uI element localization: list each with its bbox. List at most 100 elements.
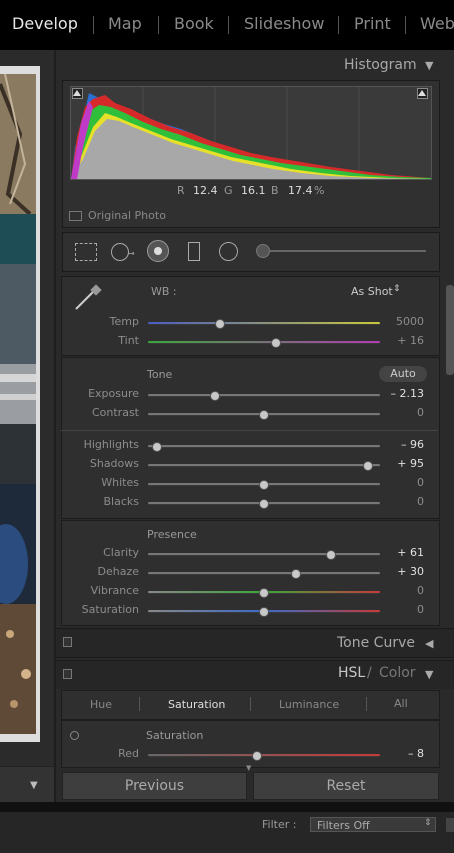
exposure-label: Exposure: [88, 387, 139, 400]
shadows-value[interactable]: + 95: [384, 457, 424, 470]
tone-curve-toggle[interactable]: [63, 637, 72, 647]
contrast-slider-thumb[interactable]: [259, 410, 269, 420]
color-title[interactable]: Color: [379, 665, 416, 681]
saturation-slider-thumb[interactable]: [259, 607, 269, 617]
shadow-clipping-icon[interactable]: [72, 88, 83, 99]
crop-tool-icon[interactable]: [75, 243, 97, 261]
white-balance-eyedropper-icon[interactable]: [72, 283, 104, 313]
vibrance-slider-thumb[interactable]: [259, 588, 269, 598]
hsl-toggle[interactable]: [63, 669, 72, 679]
module-separator: [93, 16, 94, 34]
tone-label: Tone: [147, 368, 173, 381]
tint-slider-thumb[interactable]: [270, 338, 281, 348]
module-slideshow[interactable]: Slideshow: [244, 14, 324, 33]
blacks-label: Blacks: [103, 495, 140, 508]
adjustment-brush-icon[interactable]: [256, 244, 270, 258]
whites-label: Whites: [101, 476, 139, 489]
expand-triangle-icon[interactable]: ◀: [425, 637, 433, 650]
tab-all[interactable]: All: [394, 697, 408, 710]
exposure-slider-track[interactable]: [148, 394, 380, 396]
contrast-value[interactable]: 0: [384, 406, 424, 419]
tab-separator: [139, 697, 140, 711]
filter-select[interactable]: Filters Off: [310, 817, 436, 832]
tint-slider-track[interactable]: [148, 341, 380, 343]
temp-slider-thumb[interactable]: [214, 319, 225, 329]
filter-lock-icon[interactable]: [446, 818, 454, 832]
wb-value[interactable]: As Shot: [351, 285, 393, 298]
tab-separator: [366, 697, 367, 711]
hsl-section-label: Saturation: [146, 729, 204, 742]
module-separator: [405, 16, 406, 34]
radial-filter-icon[interactable]: [219, 242, 238, 261]
brush-slider-track[interactable]: [270, 250, 426, 252]
tone-divider: [61, 430, 438, 431]
vibrance-label: Vibrance: [90, 584, 139, 597]
reset-button[interactable]: Reset: [253, 772, 439, 800]
clarity-value[interactable]: + 61: [384, 546, 424, 559]
panel-scrollbar[interactable]: [446, 285, 454, 375]
exposure-value[interactable]: – 2.13: [384, 387, 425, 400]
highlights-slider-track[interactable]: [148, 445, 380, 447]
original-photo-checkbox[interactable]: [69, 211, 82, 221]
graduated-filter-icon[interactable]: [188, 242, 200, 261]
percent-sign: %: [314, 184, 325, 197]
module-print[interactable]: Print: [354, 14, 391, 33]
previous-button[interactable]: Previous: [62, 772, 247, 800]
spot-removal-icon[interactable]: [111, 243, 129, 261]
whites-value[interactable]: 0: [384, 476, 424, 489]
module-separator: [228, 16, 229, 34]
clarity-slider-track[interactable]: [148, 553, 380, 555]
hsl-title[interactable]: HSL: [338, 665, 365, 681]
module-book[interactable]: Book: [174, 14, 214, 33]
clarity-label: Clarity: [103, 546, 139, 559]
tab-saturation[interactable]: Saturation: [168, 698, 225, 711]
blacks-slider-thumb[interactable]: [259, 499, 269, 509]
whites-slider-thumb[interactable]: [259, 480, 269, 490]
highlights-label: Highlights: [83, 438, 139, 451]
filmstrip-toolbar: [0, 766, 54, 803]
saturation-value[interactable]: 0: [384, 603, 424, 616]
shadows-slider-track[interactable]: [148, 464, 380, 466]
red-eye-icon[interactable]: [147, 240, 169, 262]
dehaze-slider-track[interactable]: [148, 572, 380, 574]
wb-dropdown-icon[interactable]: ⇕: [393, 284, 401, 294]
blacks-value[interactable]: 0: [384, 495, 424, 508]
auto-button[interactable]: Auto: [379, 366, 427, 382]
photo-image[interactable]: [0, 74, 36, 734]
temp-value[interactable]: 5000: [384, 315, 424, 328]
collapse-triangle-icon[interactable]: ▼: [425, 59, 433, 72]
vibrance-value[interactable]: 0: [384, 584, 424, 597]
histogram-title: Histogram: [344, 57, 417, 73]
dehaze-value[interactable]: + 30: [384, 565, 424, 578]
tint-value[interactable]: + 16: [384, 334, 424, 347]
module-web[interactable]: Web: [420, 14, 454, 33]
module-develop[interactable]: Develop: [12, 14, 78, 33]
targeted-adjustment-icon[interactable]: [70, 731, 79, 740]
tone-curve-title: Tone Curve: [337, 635, 415, 651]
tab-separator: [250, 697, 251, 711]
red-slider-track[interactable]: [148, 754, 380, 756]
module-map[interactable]: Map: [108, 14, 142, 33]
temp-label: Temp: [109, 315, 139, 328]
red-slider-thumb[interactable]: [252, 751, 263, 761]
temp-slider-track[interactable]: [148, 322, 380, 324]
highlight-clipping-icon[interactable]: [417, 88, 428, 99]
g-label: G: [224, 184, 233, 197]
original-photo-label: Original Photo: [88, 209, 166, 222]
panel-scroll-down-icon[interactable]: ▼: [246, 764, 251, 772]
filter-dropdown-icon[interactable]: ⇕: [424, 818, 432, 828]
tab-hue[interactable]: Hue: [90, 698, 112, 711]
g-value: 16.1: [241, 184, 266, 197]
collapse-triangle-icon[interactable]: ▼: [425, 668, 433, 681]
r-label: R: [177, 184, 185, 197]
tab-luminance[interactable]: Luminance: [279, 698, 339, 711]
contrast-label: Contrast: [91, 406, 139, 419]
module-separator: [338, 16, 339, 34]
presence-label: Presence: [147, 528, 197, 541]
chevron-down-icon[interactable]: ▼: [30, 780, 38, 791]
filter-label: Filter :: [262, 818, 297, 831]
histogram-graph[interactable]: [70, 86, 432, 180]
red-value[interactable]: – 8: [384, 747, 424, 760]
highlights-value[interactable]: – 96: [384, 438, 424, 451]
b-value: 17.4: [288, 184, 313, 197]
